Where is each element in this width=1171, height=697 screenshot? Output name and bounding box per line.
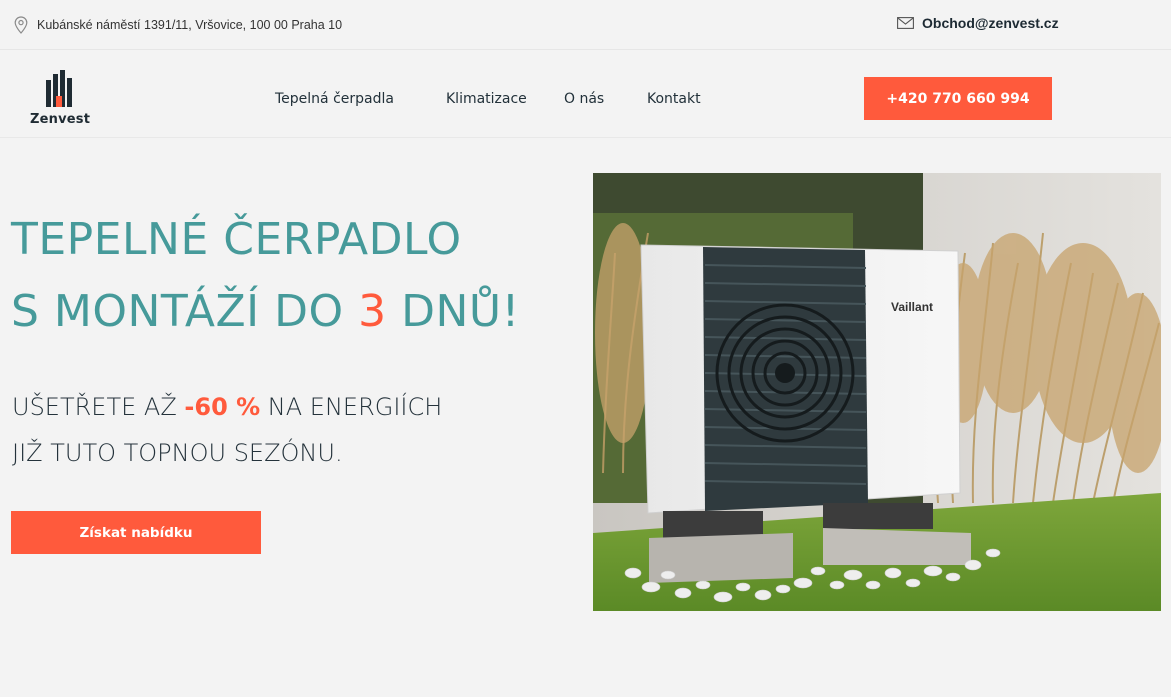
map-pin-icon bbox=[14, 16, 28, 34]
top-info-bar: Kubánské náměstí 1391/11, Vršovice, 100 … bbox=[0, 0, 1171, 50]
address-text: Kubánské náměstí 1391/11, Vršovice, 100 … bbox=[37, 18, 343, 32]
logo-mark-icon bbox=[46, 70, 72, 107]
hero-title-line-2-start: S MONTÁŽÍ DO bbox=[11, 286, 359, 337]
get-offer-button[interactable]: Získat nabídku bbox=[11, 511, 261, 554]
hero-days-number: 3 bbox=[358, 286, 387, 337]
hero-subtitle: UŠETŘETE AŽ -60 % NA ENERGIÍCH JIŽ TUTO … bbox=[12, 384, 572, 476]
main-navbar: Zenvest Tepelná čerpadla Klimatizace O n… bbox=[0, 50, 1171, 138]
nav-item-tepelna-cerpadla[interactable]: Tepelná čerpadla bbox=[275, 91, 394, 107]
savings-percent: -60 % bbox=[184, 393, 261, 421]
nav-item-kontakt[interactable]: Kontakt bbox=[647, 91, 701, 107]
phone-button[interactable]: +420 770 660 994 bbox=[864, 77, 1052, 120]
heat-pump-illustration: Vaillant bbox=[593, 173, 1161, 611]
email-link[interactable]: Obchod@zenvest.cz bbox=[922, 15, 1059, 31]
hero-subtitle-line-2: JIŽ TUTO TOPNOU SEZÓNU. bbox=[12, 439, 343, 467]
hero-subtitle-line-1: UŠETŘETE AŽ -60 % NA ENERGIÍCH bbox=[12, 384, 572, 430]
heat-pump-photo: Vaillant bbox=[593, 173, 1161, 611]
zenvest-logo[interactable]: Zenvest bbox=[30, 70, 91, 130]
nav-item-klimatizace[interactable]: Klimatizace bbox=[446, 91, 527, 107]
email-block[interactable]: Obchod@zenvest.cz bbox=[897, 15, 1059, 31]
hero-title: TEPELNÉ ČERPADLO S MONTÁŽÍ DO 3 DNŮ! bbox=[11, 204, 571, 348]
nav-item-o-nas[interactable]: O nás bbox=[564, 91, 604, 107]
vaillant-brand-text: Vaillant bbox=[891, 300, 933, 314]
logo-wordmark: Zenvest bbox=[30, 112, 91, 127]
hero-title-line-2-end: DNŮ! bbox=[386, 286, 520, 337]
hero-title-line-2: S MONTÁŽÍ DO 3 DNŮ! bbox=[11, 276, 571, 348]
hero-subtitle-start: UŠETŘETE AŽ bbox=[12, 393, 185, 421]
hero-title-line-1: TEPELNÉ ČERPADLO bbox=[11, 214, 462, 265]
envelope-icon bbox=[897, 17, 914, 29]
hero-subtitle-end: NA ENERGIÍCH bbox=[260, 393, 443, 421]
address-block: Kubánské náměstí 1391/11, Vršovice, 100 … bbox=[14, 16, 342, 34]
